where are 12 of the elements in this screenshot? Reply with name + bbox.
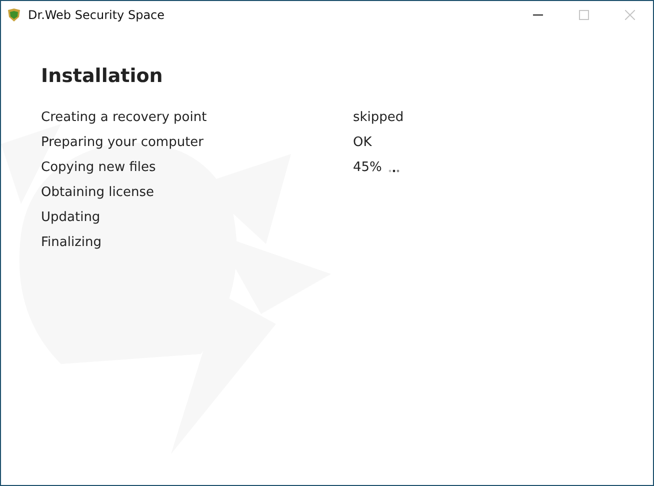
step-label: Finalizing bbox=[41, 235, 102, 250]
step-label: Updating bbox=[41, 210, 102, 225]
step-label: Copying new files bbox=[41, 160, 157, 175]
step-status: skipped bbox=[353, 110, 404, 125]
window-title: Dr.Web Security Space bbox=[28, 8, 165, 22]
step-label: Preparing your computer bbox=[41, 135, 205, 150]
step-label: Obtaining license bbox=[41, 185, 156, 200]
step-status: OK bbox=[353, 135, 372, 150]
step-label: Creating a recovery point bbox=[41, 110, 208, 125]
shield-icon bbox=[7, 8, 21, 22]
page-heading: Installation bbox=[41, 65, 164, 87]
step-status: 45% bbox=[353, 160, 382, 175]
